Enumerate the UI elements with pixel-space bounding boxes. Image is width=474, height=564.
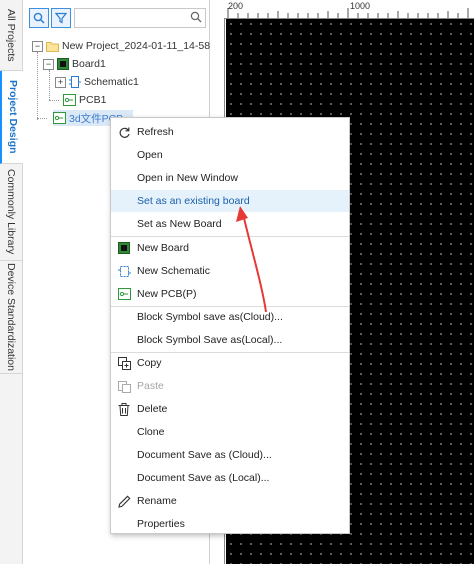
menu-item-doc-save-local[interactable]: Document Save as (Local)... [111, 467, 349, 489]
menu-item-new-board[interactable]: New Board [111, 237, 349, 259]
menu-item-label: Set as New Board [137, 218, 222, 230]
search-toggle-button[interactable] [29, 8, 49, 28]
tab-commonly-library-label: Commonly Library [5, 169, 17, 255]
menu-item-label: New Board [137, 242, 189, 254]
menu-item-label: Set as an existing board [137, 195, 250, 207]
menu-item-properties[interactable]: Properties [111, 513, 349, 535]
board-icon [111, 242, 137, 254]
menu-item-label: Open [137, 149, 163, 161]
tree-item-label: PCB1 [79, 94, 107, 106]
paste-icon [111, 380, 137, 393]
collapse-icon[interactable]: − [32, 40, 43, 52]
tree-item-label: New Project_2024-01-11_14-58-35 [62, 40, 226, 52]
refresh-icon [111, 126, 137, 139]
ruler-ticks [227, 8, 469, 18]
tab-all-projects[interactable]: All Projects [0, 0, 22, 71]
menu-item-paste[interactable]: Paste [111, 375, 349, 397]
menu-item-label: Refresh [137, 126, 174, 138]
tree-connector [49, 100, 59, 101]
menu-item-label: Rename [137, 495, 177, 507]
trash-icon [111, 402, 137, 416]
search-icon [33, 12, 45, 24]
copy-icon [111, 356, 137, 370]
pcb-icon [111, 288, 137, 300]
tree-item-schematic[interactable]: + Schematic1 [55, 74, 139, 90]
filter-button[interactable] [51, 8, 71, 28]
menu-item-label: Clone [137, 426, 165, 438]
side-tab-strip: All Projects Project Design Commonly Lib… [0, 0, 24, 564]
tab-commonly-library[interactable]: Commonly Library [0, 164, 22, 261]
menu-item-label: Document Save as (Local)... [137, 472, 270, 484]
folder-icon [46, 41, 59, 52]
tree-item-label: Board1 [72, 58, 106, 70]
menu-item-label: Block Symbol Save as(Local)... [137, 334, 283, 346]
tree-search-box [74, 8, 206, 28]
tree-item-board[interactable]: − Board1 [43, 56, 106, 72]
menu-item-block-save-cloud[interactable]: Block Symbol save as(Cloud)... [111, 306, 349, 328]
tree-search-input[interactable] [75, 9, 186, 25]
tree-connector [37, 52, 38, 120]
schematic-icon [69, 76, 81, 88]
tab-device-standardization-label: Device Standardization [5, 263, 17, 371]
expand-icon[interactable]: + [55, 76, 66, 88]
menu-item-rename[interactable]: Rename [111, 490, 349, 512]
tree-item-pcb[interactable]: PCB1 [63, 92, 106, 108]
menu-item-open-new-window[interactable]: Open in New Window [111, 167, 349, 189]
tree-item-label: Schematic1 [84, 76, 139, 88]
tree-connector [37, 118, 47, 119]
menu-item-open[interactable]: Open [111, 144, 349, 166]
ruler-horizontal: 200 1000 [224, 0, 474, 19]
search-icon [190, 11, 202, 23]
menu-item-label: Paste [137, 380, 164, 392]
menu-item-label: New Schematic [137, 265, 210, 277]
tab-project-design[interactable]: Project Design [0, 71, 24, 164]
tree-toolbar [29, 8, 206, 28]
context-menu: Refresh Open Open in New Window Set as a… [110, 117, 350, 534]
menu-item-label: Delete [137, 403, 168, 415]
menu-item-label: Block Symbol save as(Cloud)... [137, 311, 283, 323]
collapse-icon[interactable]: − [43, 58, 54, 70]
menu-item-label: Document Save as (Cloud)... [137, 449, 272, 461]
ruler-label: 1000 [350, 1, 371, 11]
menu-item-label: Open in New Window [137, 172, 238, 184]
tree-item-project[interactable]: − New Project_2024-01-11_14-58-35 [32, 38, 225, 54]
pcb-icon [53, 112, 66, 124]
menu-item-refresh[interactable]: Refresh [111, 121, 349, 143]
menu-item-clone[interactable]: Clone [111, 421, 349, 443]
schematic-icon [111, 265, 137, 278]
menu-item-delete[interactable]: Delete [111, 398, 349, 420]
tree-connector [49, 70, 50, 100]
board-icon [57, 58, 69, 70]
menu-item-new-pcb[interactable]: New PCB(P) [111, 283, 349, 305]
pcb-icon [63, 94, 76, 106]
menu-item-block-save-local[interactable]: Block Symbol Save as(Local)... [111, 329, 349, 351]
menu-item-label: Properties [137, 518, 185, 530]
tab-project-design-label: Project Design [7, 80, 19, 154]
pencil-icon [111, 495, 137, 508]
menu-item-set-new-board[interactable]: Set as New Board [111, 213, 349, 235]
menu-item-label: New PCB(P) [137, 288, 197, 300]
ruler-label: 200 [228, 1, 244, 11]
menu-item-label: Copy [137, 357, 162, 369]
filter-icon [55, 12, 67, 24]
tab-device-standardization[interactable]: Device Standardization [0, 261, 22, 374]
tab-all-projects-label: All Projects [5, 8, 17, 62]
menu-item-doc-save-cloud[interactable]: Document Save as (Cloud)... [111, 444, 349, 466]
menu-item-new-schematic[interactable]: New Schematic [111, 260, 349, 282]
menu-item-copy[interactable]: Copy [111, 352, 349, 374]
menu-item-set-existing-board[interactable]: Set as an existing board [111, 190, 349, 212]
